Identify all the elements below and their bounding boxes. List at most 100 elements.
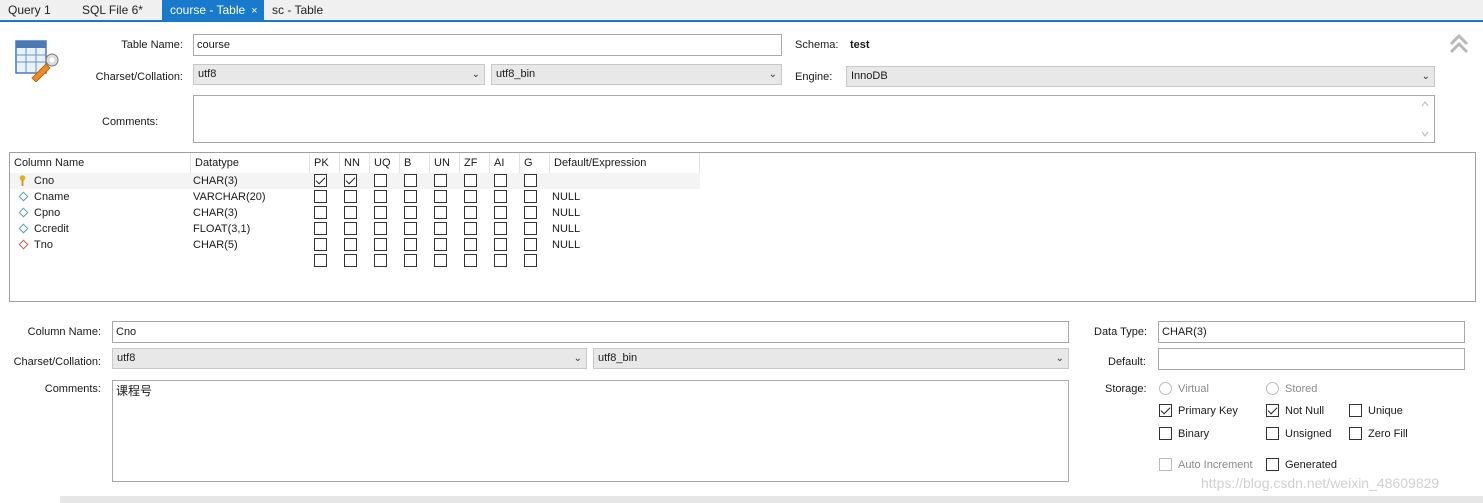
default-cell[interactable]: NULL: [552, 237, 580, 253]
column-name-input[interactable]: Cno: [112, 321, 1069, 343]
g-checkbox[interactable]: [524, 190, 537, 203]
generated-checkbox[interactable]: [1266, 458, 1279, 471]
un-checkbox[interactable]: [434, 190, 447, 203]
primary-key-checkbox[interactable]: [1159, 404, 1172, 417]
unique-checkbox[interactable]: [1349, 404, 1362, 417]
ai-checkbox[interactable]: [494, 238, 507, 251]
datatype-cell[interactable]: VARCHAR(20): [193, 189, 266, 205]
nn-checkbox[interactable]: [344, 174, 357, 187]
zf-checkbox[interactable]: [464, 174, 477, 187]
datatype-cell[interactable]: FLOAT(3,1): [193, 221, 250, 237]
not-null-checkbox[interactable]: [1266, 404, 1279, 417]
column-header-nn[interactable]: NN: [340, 153, 370, 173]
uq-checkbox[interactable]: [374, 206, 387, 219]
nn-checkbox[interactable]: [344, 206, 357, 219]
uq-checkbox[interactable]: [374, 238, 387, 251]
column-name-cell[interactable]: Ccredit: [34, 221, 69, 237]
table-row[interactable]: Ccredit FLOAT(3,1) NULL: [10, 221, 700, 237]
uq-checkbox[interactable]: [374, 190, 387, 203]
column-name-cell[interactable]: Cname: [34, 189, 69, 205]
column-collation-select[interactable]: utf8_bin ⌄: [593, 348, 1069, 369]
column-header-name[interactable]: Column Name: [10, 153, 191, 173]
virtual-radio[interactable]: [1159, 382, 1172, 395]
column-header-un[interactable]: UN: [430, 153, 460, 173]
column-header-ai[interactable]: AI: [490, 153, 520, 173]
g-checkbox[interactable]: [524, 238, 537, 251]
ai-checkbox[interactable]: [494, 190, 507, 203]
b-checkbox[interactable]: [404, 174, 417, 187]
default-cell[interactable]: NULL: [552, 205, 580, 221]
table-comments-textarea[interactable]: [193, 95, 1435, 143]
default-cell[interactable]: NULL: [552, 221, 580, 237]
pk-checkbox[interactable]: [314, 222, 327, 235]
tab-query-1[interactable]: Query 1: [0, 0, 59, 20]
nn-checkbox[interactable]: [344, 254, 357, 267]
horizontal-scrollbar[interactable]: [60, 496, 1483, 503]
uq-checkbox[interactable]: [374, 254, 387, 267]
b-checkbox[interactable]: [404, 206, 417, 219]
pk-checkbox[interactable]: [314, 238, 327, 251]
table-row-new[interactable]: [10, 253, 700, 269]
column-name-cell[interactable]: Cno: [34, 173, 54, 189]
data-type-input[interactable]: CHAR(3): [1158, 321, 1465, 343]
charset-select[interactable]: utf8 ⌄: [193, 64, 485, 85]
nn-checkbox[interactable]: [344, 222, 357, 235]
column-header-g[interactable]: G: [520, 153, 550, 173]
pk-checkbox[interactable]: [314, 190, 327, 203]
pk-checkbox[interactable]: [314, 174, 327, 187]
binary-checkbox[interactable]: [1159, 427, 1172, 440]
default-cell[interactable]: NULL: [552, 189, 580, 205]
tab-sc-table[interactable]: sc - Table: [264, 0, 331, 20]
column-name-cell[interactable]: Tno: [34, 237, 53, 253]
b-checkbox[interactable]: [404, 254, 417, 267]
zf-checkbox[interactable]: [464, 190, 477, 203]
column-header-uq[interactable]: UQ: [370, 153, 400, 173]
b-checkbox[interactable]: [404, 222, 417, 235]
tab-course-table[interactable]: course - Table ×: [162, 0, 264, 20]
g-checkbox[interactable]: [524, 206, 537, 219]
ai-checkbox[interactable]: [494, 206, 507, 219]
datatype-cell[interactable]: CHAR(5): [193, 237, 238, 253]
un-checkbox[interactable]: [434, 174, 447, 187]
column-header-b[interactable]: B: [400, 153, 430, 173]
column-comments-textarea[interactable]: 课程号: [112, 380, 1069, 482]
table-row[interactable]: Cname VARCHAR(20) NULL: [10, 189, 700, 205]
default-input[interactable]: [1158, 348, 1465, 370]
zf-checkbox[interactable]: [464, 254, 477, 267]
zero-fill-checkbox[interactable]: [1349, 427, 1362, 440]
table-name-input[interactable]: course: [193, 34, 782, 56]
ai-checkbox[interactable]: [494, 222, 507, 235]
unsigned-checkbox[interactable]: [1266, 427, 1279, 440]
zf-checkbox[interactable]: [464, 206, 477, 219]
column-name-cell[interactable]: Cpno: [34, 205, 60, 221]
un-checkbox[interactable]: [434, 254, 447, 267]
un-checkbox[interactable]: [434, 206, 447, 219]
column-header-default[interactable]: Default/Expression: [550, 153, 700, 173]
pk-checkbox[interactable]: [314, 254, 327, 267]
b-checkbox[interactable]: [404, 190, 417, 203]
datatype-cell[interactable]: CHAR(3): [193, 205, 238, 221]
g-checkbox[interactable]: [524, 254, 537, 267]
g-checkbox[interactable]: [524, 174, 537, 187]
engine-select[interactable]: InnoDB ⌄: [846, 66, 1435, 87]
uq-checkbox[interactable]: [374, 174, 387, 187]
column-header-pk[interactable]: PK: [310, 153, 340, 173]
nn-checkbox[interactable]: [344, 190, 357, 203]
un-checkbox[interactable]: [434, 222, 447, 235]
table-row[interactable]: Cpno CHAR(3) NULL: [10, 205, 700, 221]
close-tab-icon[interactable]: ×: [251, 5, 257, 17]
pk-checkbox[interactable]: [314, 206, 327, 219]
zf-checkbox[interactable]: [464, 238, 477, 251]
table-row[interactable]: Cno CHAR(3): [10, 173, 700, 189]
column-charset-select[interactable]: utf8 ⌄: [112, 348, 587, 369]
ai-checkbox[interactable]: [494, 174, 507, 187]
table-row[interactable]: Tno CHAR(5) NULL: [10, 237, 700, 253]
column-header-datatype[interactable]: Datatype: [191, 153, 310, 173]
ai-checkbox[interactable]: [494, 254, 507, 267]
zf-checkbox[interactable]: [464, 222, 477, 235]
un-checkbox[interactable]: [434, 238, 447, 251]
column-header-zf[interactable]: ZF: [460, 153, 490, 173]
stored-radio[interactable]: [1266, 382, 1279, 395]
datatype-cell[interactable]: CHAR(3): [193, 173, 238, 189]
comments-scrollbar[interactable]: [1418, 97, 1432, 141]
